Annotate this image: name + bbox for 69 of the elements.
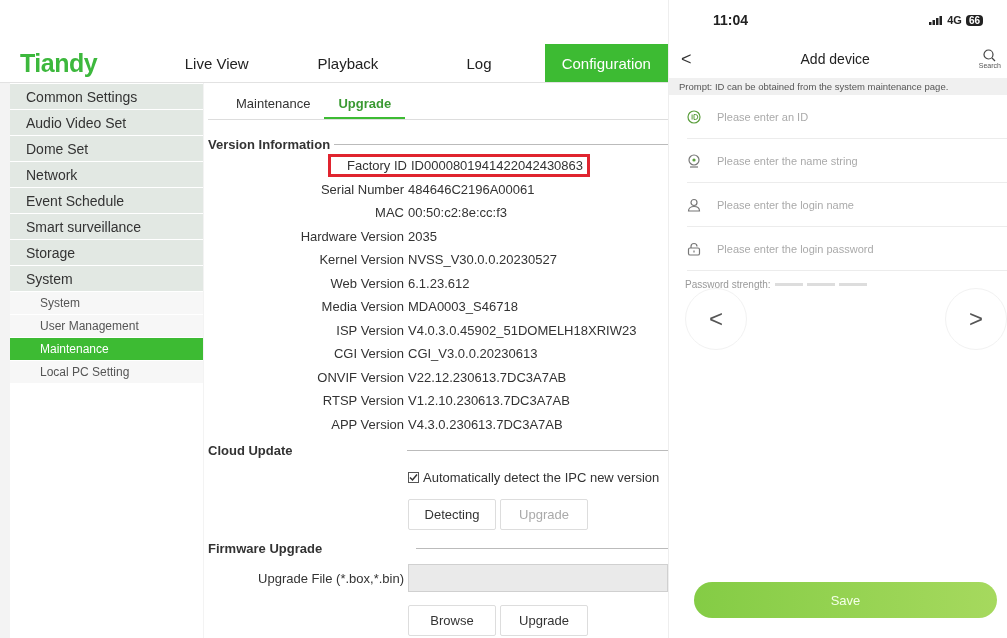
sidebar-item[interactable]: Network [10, 162, 203, 187]
info-value: V22.12.230613.7DC3A7AB [408, 369, 568, 385]
nav-tab[interactable]: Log [413, 44, 545, 82]
sidebar-item[interactable]: Smart surveillance [10, 214, 203, 239]
back-button[interactable]: < [681, 48, 692, 70]
info-label: CGI Version [332, 346, 404, 362]
info-label: MAC [374, 205, 404, 221]
info-label: Serial Number [319, 181, 404, 197]
info-label: ISP Version [335, 322, 404, 338]
info-value: V1.2.10.230613.7DC3A7AB [408, 393, 571, 409]
sub-tab[interactable]: Upgrade [324, 89, 406, 119]
info-label: Hardware Version [299, 228, 404, 244]
section-title: Version Information [208, 136, 331, 152]
sidebar-item[interactable]: Audio Video Set [10, 110, 203, 135]
field-label: Upgrade File (*.box,*.bin) [257, 570, 404, 586]
info-label: Kernel Version [318, 252, 404, 268]
info-label: Web Version [329, 275, 404, 291]
strength-label: Password strength: [685, 279, 771, 290]
info-value: V4.0.3.0.45902_51DOMELH18XRIW23 [408, 322, 638, 338]
info-value: 2035 [408, 228, 438, 244]
info-value: ID0000801941422042430863 [410, 158, 584, 174]
info-value: 6.1.23.612 [408, 275, 471, 291]
user-icon [687, 197, 701, 212]
info-value: 484646C2196A00061 [408, 181, 536, 197]
sidebar-subitem[interactable]: System [10, 292, 203, 314]
info-value: 00:50:c2:8e:cc:f3 [408, 205, 508, 221]
sub-tab[interactable]: Maintenance [222, 89, 325, 119]
sidebar-item[interactable]: System [10, 266, 203, 291]
info-label: ONVIF Version [316, 369, 404, 385]
camera-icon [687, 153, 701, 168]
lock-icon [687, 241, 701, 256]
input-field[interactable]: Please enter the login name [715, 197, 1007, 212]
sidebar-item[interactable]: Common Settings [10, 84, 203, 109]
strength-bars-icon [774, 283, 867, 286]
sidebar-subitem[interactable]: User Management [10, 315, 203, 337]
sidebar-item[interactable]: Dome Set [10, 136, 203, 161]
signal-icon [929, 15, 944, 25]
sidebar-item[interactable]: Event Schedule [10, 188, 203, 213]
sidebar-item[interactable]: Storage [10, 240, 203, 265]
info-value: CGI_V3.0.0.20230613 [408, 346, 539, 362]
section-title: Cloud Update [208, 442, 293, 458]
input-field[interactable]: Please enter the name string [715, 153, 1007, 168]
page-title: Add device [800, 51, 870, 67]
info-value: NVSS_V30.0.0.20230527 [408, 252, 558, 268]
previous-button[interactable]: < [685, 288, 747, 350]
input-field[interactable]: Please enter the login password [715, 241, 1007, 256]
checkbox[interactable] [408, 471, 419, 483]
info-label: Factory ID [347, 158, 407, 174]
nav-tab[interactable]: Live View [151, 44, 283, 82]
info-label: Media Version [320, 299, 404, 315]
info-label: RTSP Version [321, 393, 404, 409]
clock: 11:04 [713, 12, 749, 28]
info-value: MDA0003_S46718 [408, 299, 519, 315]
info-label: APP Version [330, 416, 404, 432]
checkbox-label: Automatically detect the IPC new version [423, 469, 660, 485]
section-title: Firmware Upgrade [208, 540, 323, 556]
info-value: V4.3.0.230613.7DC3A7AB [408, 416, 564, 432]
prompt-text: Prompt: ID can be obtained from the system maintenance page. [669, 78, 1007, 95]
network-label: 4G [947, 14, 962, 26]
action-button[interactable]: Upgrade [500, 604, 588, 636]
battery-level: 66 [965, 14, 983, 26]
logo: Tiandy [19, 48, 99, 78]
action-button[interactable]: Browse [408, 604, 496, 636]
id-badge-icon [687, 109, 701, 124]
sidebar-subitem[interactable]: Local PC Setting [10, 361, 203, 383]
next-button[interactable]: > [945, 288, 1007, 350]
nav-tab[interactable]: Playback [282, 44, 414, 82]
action-button[interactable]: Detecting [408, 498, 496, 530]
input-field[interactable]: Please enter an ID [715, 109, 1007, 124]
